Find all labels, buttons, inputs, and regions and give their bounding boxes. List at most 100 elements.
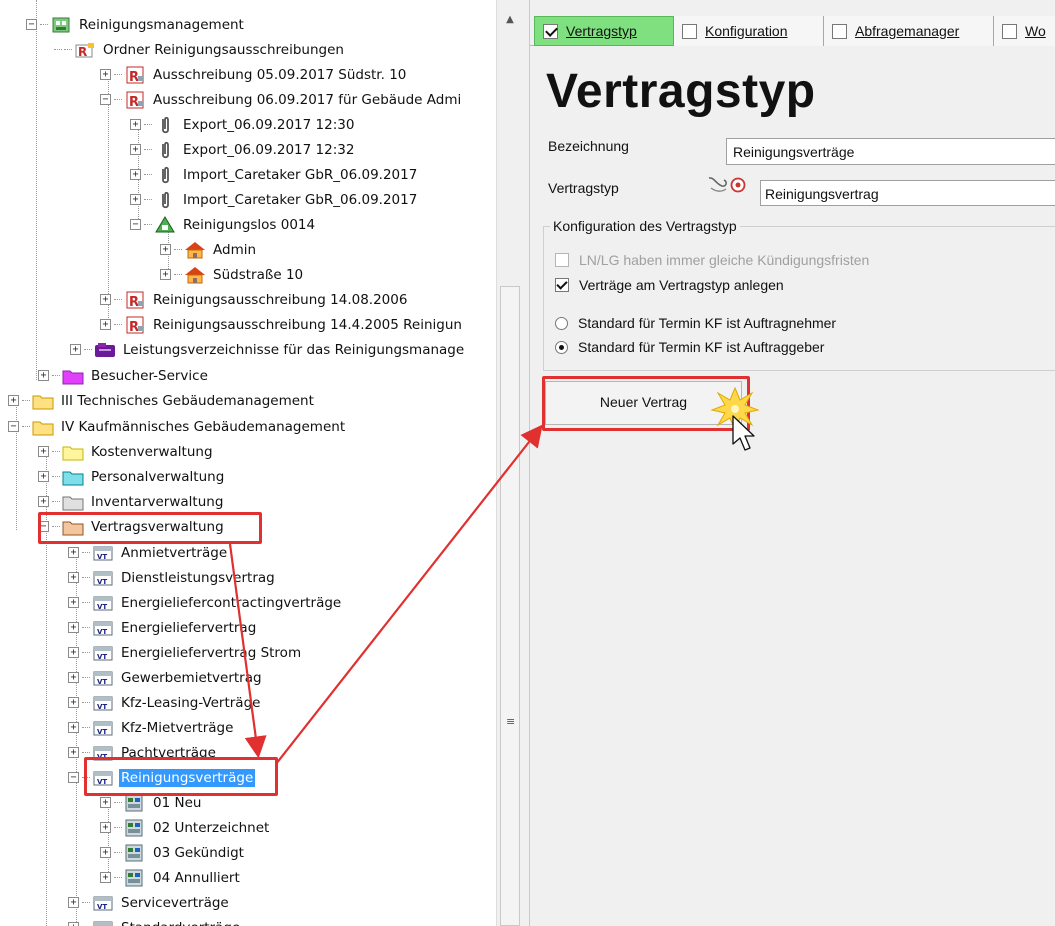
contract-type-selector-icon[interactable] — [706, 174, 760, 196]
expand-icon[interactable]: + — [70, 344, 81, 355]
expand-icon[interactable]: + — [100, 872, 111, 883]
tree-item[interactable]: + Kostenverwaltung — [38, 439, 215, 464]
tree-item[interactable]: + VT Energieliefervertrag — [68, 615, 258, 640]
tree-item[interactable]: + Besucher-Service — [38, 363, 210, 388]
tree-item[interactable]: + Admin — [160, 237, 258, 262]
tree-item[interactable]: − Reinigungsmanagement — [26, 12, 246, 37]
tree-item[interactable]: + R Reinigungsausschreibung 14.4.2005 Rein… — [100, 312, 464, 337]
tree-item[interactable]: + R Ausschreibung 05.09.2017 Südstr. 10 — [100, 62, 408, 87]
tree-item[interactable]: + VT Pachtverträge — [68, 740, 218, 765]
expand-icon[interactable]: + — [38, 370, 49, 381]
new-contract-button[interactable]: Neuer Vertrag — [545, 381, 742, 425]
tree-item-label: Gewerbemietvertrag — [121, 669, 262, 686]
tree-item[interactable]: R Ordner Reinigungsausschreibungen — [54, 37, 346, 62]
expand-icon[interactable]: + — [68, 697, 79, 708]
expand-icon[interactable]: + — [160, 244, 171, 255]
panel-splitter[interactable] — [522, 0, 530, 926]
navigation-tree[interactable]: − Reinigungsmanagement R Ordner Reinigungsa… — [0, 0, 522, 926]
tree-item[interactable]: + Personalverwaltung — [38, 464, 226, 489]
expand-icon[interactable]: + — [160, 269, 171, 280]
expand-icon[interactable]: + — [68, 672, 79, 683]
expand-icon[interactable]: + — [68, 722, 79, 733]
expand-icon[interactable]: + — [68, 747, 79, 758]
expand-icon[interactable]: + — [100, 847, 111, 858]
tree-item[interactable]: + Export_06.09.2017 12:32 — [130, 137, 356, 162]
tree-connector — [114, 877, 122, 878]
expand-icon[interactable]: + — [100, 797, 111, 808]
expand-icon[interactable]: + — [130, 144, 141, 155]
tree-item[interactable]: + Südstraße 10 — [160, 262, 305, 287]
tree-item[interactable]: + VT Kfz-Leasing-Verträge — [68, 690, 262, 715]
expand-icon[interactable]: + — [38, 446, 49, 457]
bezeichnung-field[interactable]: Reinigungsverträge — [726, 138, 1055, 165]
tree-item[interactable]: + VT Energieliefercontractingverträge — [68, 590, 343, 615]
expand-icon[interactable]: + — [68, 897, 79, 908]
expand-icon[interactable]: + — [130, 169, 141, 180]
tree-item[interactable]: + Export_06.09.2017 12:30 — [130, 112, 356, 137]
contract-type-icon: VT — [92, 694, 114, 712]
vertraege-anlegen-checkbox[interactable] — [555, 278, 569, 292]
tree-item[interactable]: + VT Standardverträge — [68, 915, 242, 926]
tree-item[interactable]: + R Reinigungsausschreibung 14.08.2006 — [100, 287, 409, 312]
collapse-icon[interactable]: − — [26, 19, 37, 30]
tree-item[interactable]: − Reinigungslos 0014 — [130, 212, 317, 237]
tab-konfiguration[interactable]: Konfiguration — [674, 16, 824, 46]
expand-icon[interactable]: + — [38, 471, 49, 482]
expand-icon[interactable]: + — [100, 319, 111, 330]
tree-item[interactable]: +03 Gekündigt — [100, 840, 246, 865]
tree-item[interactable]: + Import_Caretaker GbR_06.09.2017 — [130, 187, 419, 212]
tab-checkbox-icon[interactable] — [543, 23, 558, 39]
tree-item[interactable]: + Import_Caretaker GbR_06.09.2017 — [130, 162, 419, 187]
expand-icon[interactable]: + — [100, 69, 111, 80]
expand-icon[interactable]: + — [68, 922, 79, 926]
tree-item[interactable]: − IV Kaufmännisches Gebäudemanagement — [8, 414, 347, 439]
collapse-icon[interactable]: − — [68, 772, 79, 783]
scroll-thumb[interactable]: ≡ — [500, 286, 520, 926]
tree-connector — [52, 451, 60, 452]
collapse-icon[interactable]: − — [130, 219, 141, 230]
tree-item[interactable]: + VT Dienstleistungsvertrag — [68, 565, 277, 590]
tab-checkbox-icon[interactable] — [832, 23, 847, 39]
vertragstyp-field[interactable]: Reinigungsvertrag — [760, 180, 1055, 206]
expand-icon[interactable]: + — [100, 294, 111, 305]
tree-item[interactable]: + Leistungsverzeichnisse für das Reinigun… — [70, 337, 466, 362]
tree-item[interactable]: + VT Energieliefervertrag Strom — [68, 640, 303, 665]
tree-item[interactable]: − R Ausschreibung 06.09.2017 für Gebäude A… — [100, 87, 463, 112]
tree-item[interactable]: + III Technisches Gebäudemanagement — [8, 388, 316, 413]
auftraggeber-radio[interactable] — [555, 340, 568, 354]
expand-icon[interactable]: + — [68, 597, 79, 608]
tab-vertragstyp[interactable]: Vertragstyp — [534, 16, 674, 46]
pink-folder-icon — [62, 367, 84, 385]
auftragnehmer-radio[interactable] — [555, 316, 568, 330]
tree-item[interactable]: +01 Neu — [100, 790, 203, 815]
tree-item[interactable]: + VT Kfz-Mietverträge — [68, 715, 235, 740]
tab-abfragemanager[interactable]: Abfragemanager — [824, 16, 994, 46]
tab-checkbox-icon[interactable] — [682, 23, 697, 39]
tree-item[interactable]: +02 Unterzeichnet — [100, 815, 271, 840]
expand-icon[interactable]: + — [130, 194, 141, 205]
expand-icon[interactable]: + — [130, 119, 141, 130]
tab-checkbox-icon[interactable] — [1002, 23, 1017, 39]
tree-item[interactable]: + VT Serviceverträge — [68, 890, 231, 915]
tree-item[interactable]: + Inventarverwaltung — [38, 489, 225, 514]
expand-icon[interactable]: + — [68, 547, 79, 558]
tree-item[interactable]: + VT Anmietverträge — [68, 540, 229, 565]
tree-item[interactable]: − Vertragsverwaltung — [38, 514, 226, 539]
tree-scrollbar[interactable]: ▲ ≡ — [496, 0, 522, 926]
tree-item[interactable]: + VT Gewerbemietvertrag — [68, 665, 264, 690]
expand-icon[interactable]: + — [68, 622, 79, 633]
expand-icon[interactable]: + — [100, 822, 111, 833]
tree-item[interactable]: +04 Annulliert — [100, 865, 242, 890]
expand-icon[interactable]: + — [68, 647, 79, 658]
collapse-icon[interactable]: − — [8, 421, 19, 432]
tree-item[interactable]: − VT Reinigungsverträge — [68, 765, 256, 790]
scroll-up-arrow-icon[interactable]: ▲ — [501, 14, 519, 32]
collapse-icon[interactable]: − — [100, 94, 111, 105]
expand-icon[interactable]: + — [8, 395, 19, 406]
collapse-icon[interactable]: − — [38, 521, 49, 532]
tab-wo[interactable]: Wo — [994, 16, 1055, 46]
svg-text:VT: VT — [97, 778, 107, 786]
expand-icon[interactable]: + — [68, 572, 79, 583]
svg-text:VT: VT — [97, 653, 107, 661]
expand-icon[interactable]: + — [38, 496, 49, 507]
